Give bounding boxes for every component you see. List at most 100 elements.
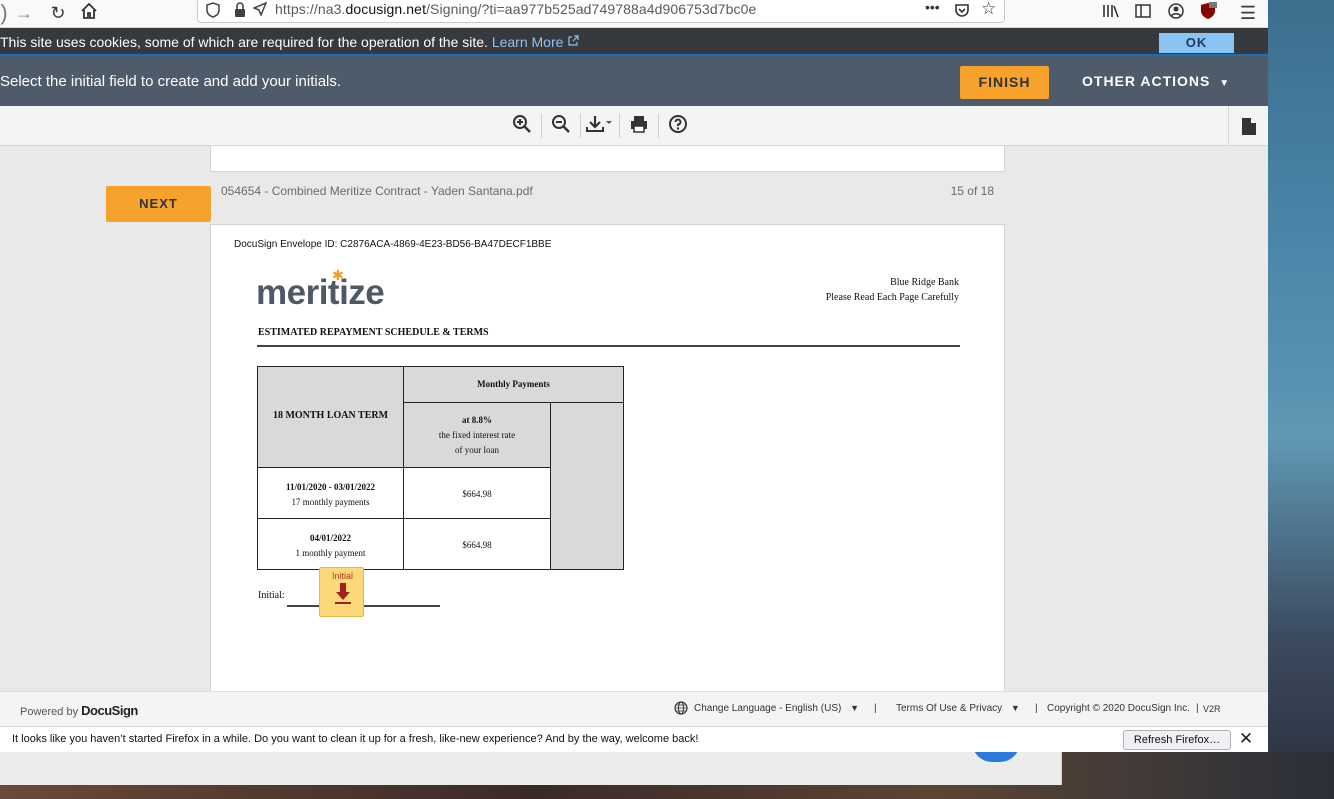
signing-footer: Powered by DocuSign Change Language - En… [0,691,1268,726]
envelope-id: DocuSign Envelope ID: C2876ACA-4869-4E23… [234,239,552,250]
pocket-icon[interactable] [954,2,970,23]
initial-arrow-icon [320,581,365,610]
loan-term-text: 18 MONTH LOAN TERM [272,410,389,421]
rate-description-1: the fixed interest rate [438,430,516,440]
footer-separator: | [1035,703,1038,714]
rate-text: at 8.8% [462,415,492,425]
forward-icon[interactable]: → [12,2,36,24]
other-actions-menu[interactable]: OTHER ACTIONS ▼ [1082,73,1230,89]
empty-grey-column [550,402,624,570]
zoom-out-icon[interactable] [548,114,574,138]
reload-icon[interactable]: ↻ [46,2,70,24]
row-count: 17 monthly payments [291,497,370,507]
signing-instruction: Select the initial field to create and a… [0,73,342,90]
row-count: 1 monthly payment [295,548,366,558]
version-label: V2R [1203,704,1221,714]
cookie-message: This site uses cookies, some of which ar… [0,34,488,50]
globe-icon [674,701,688,718]
row-period: 04/01/2022 [309,533,351,543]
caret-down-icon: ▼ [1010,703,1020,713]
document-toolbar [0,106,1268,146]
row-amount: $664.98 [462,489,492,499]
firefox-notification-bar: It looks like you haven’t started Firefo… [0,726,1268,752]
library-icon[interactable] [1099,2,1123,24]
learn-more-label: Learn More [491,34,564,50]
footer-separator: | [874,703,877,714]
url-text[interactable]: https://na3.docusign.net/Signing/?ti=aa9… [275,1,756,17]
table-cell-amount: $664.98 [403,467,551,519]
change-language-label: Change Language - English (US) [694,703,842,714]
other-actions-label: OTHER ACTIONS [1082,73,1211,89]
external-link-icon [568,35,579,46]
background-window [0,752,1062,785]
cookie-ok-button[interactable]: OK [1159,33,1234,53]
copyright: Copyright © 2020 DocuSign Inc. [1047,703,1191,714]
toolbar-divider [580,114,581,138]
menu-icon[interactable]: ☰ [1236,2,1260,24]
logo-star-icon: ✱ [332,267,344,283]
url-bar[interactable]: https://na3.docusign.net/Signing/?ti=aa9… [197,0,1005,23]
ublock-icon[interactable] [1196,2,1220,24]
title-divider [257,345,960,347]
document-page: DocuSign Envelope ID: C2876ACA-4869-4E23… [210,224,1005,691]
terms-privacy-label: Terms Of Use & Privacy [896,703,1003,714]
change-language-menu[interactable]: Change Language - English (US) ▼ [694,703,859,714]
print-icon[interactable] [626,114,652,138]
toolbar-divider [619,114,620,138]
location-arrow-icon[interactable] [252,1,268,21]
table-cell-amount: $664.98 [403,518,551,570]
caret-down-icon: ▼ [1219,78,1231,89]
initial-field[interactable]: Initial [319,567,364,617]
row-amount: $664.98 [462,540,492,550]
document-icon [1242,118,1256,135]
docusign-brand: DocuSign [81,703,138,718]
monthly-payments-header: Monthly Payments [403,366,624,403]
close-icon[interactable]: ✕ [1236,729,1256,749]
notification-text: It looks like you haven’t started Firefo… [12,733,699,745]
powered-by-text: Powered by [20,706,79,718]
toolbar-divider [658,114,659,138]
toolbar-divider [541,114,542,138]
bank-name: Blue Ridge Bank [890,277,959,288]
powered-by: Powered by DocuSign [20,703,138,718]
initial-field-label: Initial [331,571,353,581]
signing-header: Select the initial field to create and a… [0,56,1268,106]
tracking-protection-icon[interactable] [206,2,220,23]
rate-description-2: of your loan [455,445,499,455]
learn-more-link[interactable]: Learn More [492,34,579,50]
page-actions-icon[interactable]: ••• [925,0,940,15]
account-icon[interactable] [1164,2,1188,24]
sidebar-icon[interactable] [1131,2,1155,24]
page-count: 15 of 18 [950,184,994,198]
loan-term-header: 18 MONTH LOAN TERM [257,366,404,468]
next-button[interactable]: NEXT [106,186,211,222]
row-period: 11/01/2020 - 03/01/2022 [285,482,375,492]
cookie-banner-text: This site uses cookies, some of which ar… [0,34,579,50]
table-row: 04/01/2022 1 monthly payment [257,518,404,570]
section-title: ESTIMATED REPAYMENT SCHEDULE & TERMS [258,327,489,338]
bookmark-star-icon[interactable]: ☆ [981,0,996,19]
help-icon[interactable] [665,114,691,138]
footer-separator: | [1196,703,1199,714]
finish-button[interactable]: FINISH [960,66,1049,99]
previous-page-bottom [210,146,1005,172]
lock-icon[interactable] [234,2,246,23]
document-name: 054654 - Combined Meritize Contract - Ya… [221,184,533,198]
document-viewer: NEXT 054654 - Combined Meritize Contract… [0,146,1268,691]
download-icon[interactable] [584,114,616,138]
caret-down-icon: ▼ [850,703,860,713]
browser-window: ) → ↻ https://na3.docusign.net/Signing/?… [0,0,1268,752]
initial-label: Initial: [258,590,285,601]
zoom-in-icon[interactable] [509,114,535,138]
url-prefix: https://na3. [275,1,346,17]
home-icon[interactable] [77,2,101,24]
documents-panel-button[interactable] [1228,106,1268,146]
monthly-payments-text: Monthly Payments [477,379,550,389]
terms-privacy-menu[interactable]: Terms Of Use & Privacy ▼ [896,703,1020,714]
url-domain: docusign.net [345,1,427,17]
refresh-firefox-button[interactable]: Refresh Firefox… [1123,730,1231,750]
read-carefully-note: Please Read Each Page Carefully [825,292,959,303]
rate-header: at 8.8% the fixed interest rate of your … [403,402,551,468]
cookie-banner: This site uses cookies, some of which ar… [0,28,1268,56]
browser-toolbar: ) → ↻ https://na3.docusign.net/Signing/?… [0,0,1268,28]
